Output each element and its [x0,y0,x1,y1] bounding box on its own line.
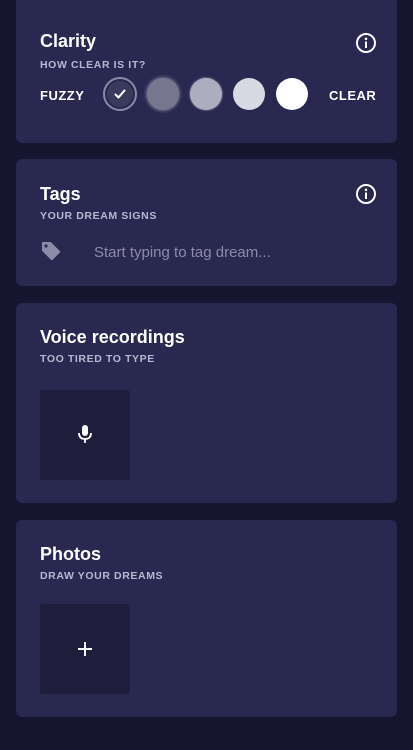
info-icon[interactable] [355,183,377,205]
tags-title: Tags [40,184,81,204]
check-icon [114,89,126,99]
photos-title: Photos [40,544,101,564]
plus-icon [78,642,92,656]
clarity-subtitle: HOW CLEAR IS IT? [40,59,146,71]
tags-subtitle: YOUR DREAM SIGNS [40,210,157,222]
add-photo-button[interactable] [40,604,130,694]
clarity-option-5[interactable] [276,78,308,110]
photos-card: Photos DRAW YOUR DREAMS [16,520,397,717]
info-icon[interactable] [355,32,377,54]
microphone-icon [78,425,92,443]
clarity-option-1[interactable] [103,77,137,111]
voice-card: Voice recordings TOO TIRED TO TYPE [16,303,397,503]
photos-subtitle: DRAW YOUR DREAMS [40,570,164,582]
tag-input[interactable] [94,241,374,263]
clarity-option-2[interactable] [147,78,179,110]
clarity-high-label: CLEAR [329,88,377,103]
clarity-option-1-fill [107,81,133,107]
tag-icon [42,242,61,261]
voice-subtitle: TOO TIRED TO TYPE [40,353,155,365]
tags-card: Tags YOUR DREAM SIGNS [16,159,397,286]
clarity-option-3[interactable] [190,78,222,110]
record-voice-button[interactable] [40,390,130,480]
clarity-low-label: FUZZY [40,88,85,103]
clarity-option-4[interactable] [233,78,265,110]
voice-title: Voice recordings [40,327,185,347]
clarity-title: Clarity [40,31,97,51]
clarity-card: Clarity HOW CLEAR IS IT? FUZZY CLEAR [16,0,397,143]
